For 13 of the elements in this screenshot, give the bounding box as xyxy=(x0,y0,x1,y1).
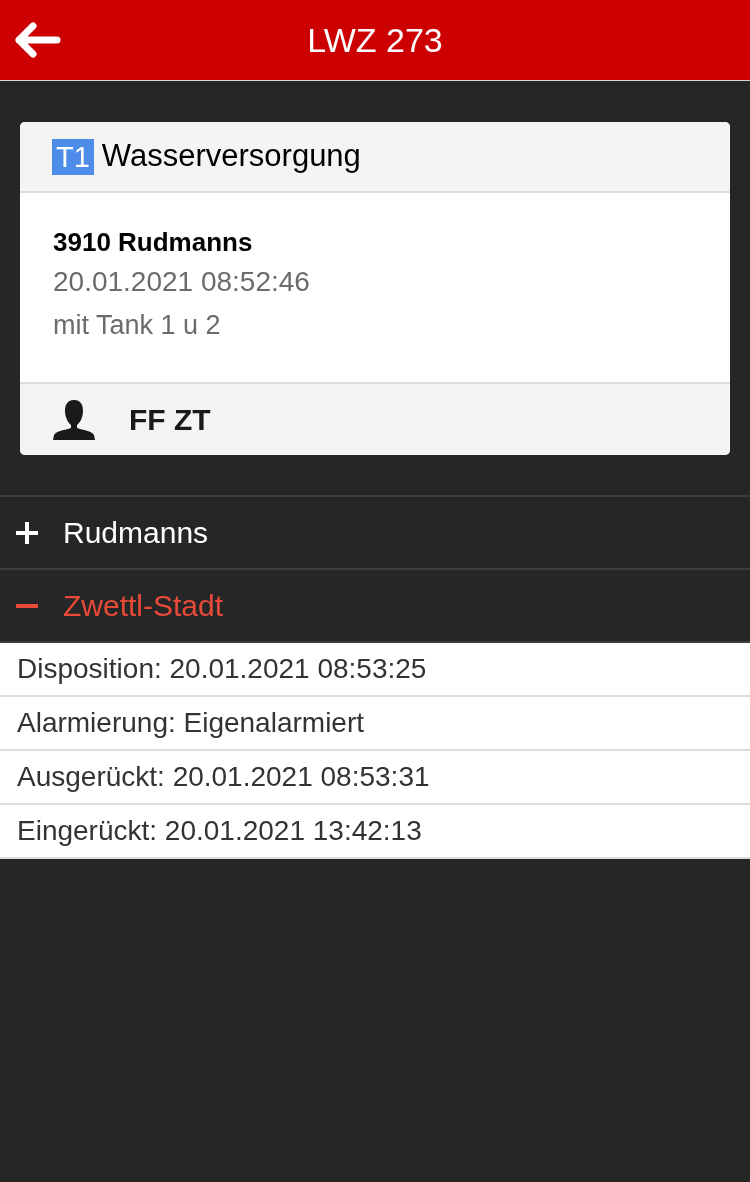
detail-text: Alarmierung: Eigenalarmiert xyxy=(17,706,365,740)
unit-name: FF ZT xyxy=(129,402,211,438)
incident-note: mit Tank 1 u 2 xyxy=(53,309,221,342)
incident-category: Wasserversorgung xyxy=(101,137,361,176)
detail-text: Eingerückt: 20.01.2021 13:42:13 xyxy=(17,814,422,848)
screen-title: LWZ 273 xyxy=(307,19,443,61)
incident-timestamp: 20.01.2021 08:52:46 xyxy=(53,265,310,299)
detail-text: Ausgerückt: 20.01.2021 08:53:31 xyxy=(17,760,430,794)
back-arrow-icon[interactable] xyxy=(15,22,61,58)
incident-location: 3910 Rudmanns xyxy=(53,226,253,259)
category-badge: T1 xyxy=(52,138,94,175)
person-silhouette-icon xyxy=(53,399,95,440)
detail-text: Disposition: 20.01.2021 08:53:25 xyxy=(17,652,427,686)
